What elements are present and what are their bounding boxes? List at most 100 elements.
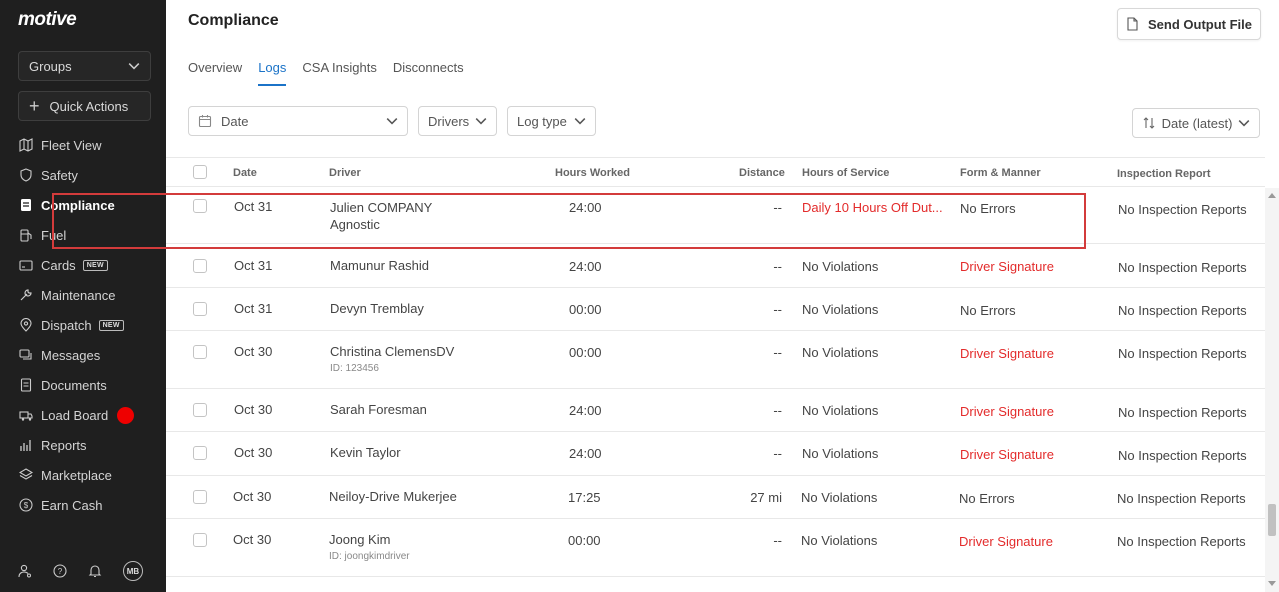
fuel-icon bbox=[19, 228, 33, 242]
table-header: Date Driver Hours Worked Distance Hours … bbox=[166, 157, 1265, 187]
sidebar-item-compliance[interactable]: Compliance bbox=[0, 190, 166, 220]
hos-violation[interactable]: Daily 10 Hours Off Dut... bbox=[802, 200, 943, 215]
tab-logs[interactable]: Logs bbox=[258, 58, 287, 86]
table-scrollbar[interactable] bbox=[1265, 188, 1279, 592]
sidebar-item-fuel[interactable]: Fuel bbox=[0, 220, 166, 250]
hos-status: No Violations bbox=[801, 533, 878, 548]
sidebar-item-documents[interactable]: Documents bbox=[0, 370, 166, 400]
driver-name[interactable]: Sarah Foresman bbox=[330, 402, 427, 417]
distance: -- bbox=[773, 259, 782, 274]
motive-logo[interactable]: motive bbox=[18, 9, 77, 31]
driver-name[interactable]: Devyn Tremblay bbox=[330, 301, 424, 316]
column-date[interactable]: Date bbox=[233, 167, 257, 179]
row-checkbox[interactable] bbox=[193, 345, 207, 359]
table-row[interactable]: Oct 30 Joong Kim ID: joongkimdriver 00:00… bbox=[166, 519, 1265, 577]
row-checkbox[interactable] bbox=[193, 490, 207, 504]
table-row[interactable]: Oct 31 Mamunur Rashid 24:00 -- No Violat… bbox=[166, 244, 1265, 288]
sidebar-item-label: Safety bbox=[41, 167, 78, 183]
hours-worked: 24:00 bbox=[569, 259, 602, 274]
column-inspection-report[interactable]: Inspection Report bbox=[1117, 168, 1211, 180]
date-filter[interactable]: Date bbox=[188, 106, 408, 136]
row-checkbox[interactable] bbox=[193, 302, 207, 316]
hos-status: No Violations bbox=[802, 403, 879, 418]
chevron-down-icon bbox=[386, 118, 398, 125]
table-row[interactable]: Oct 31 Julien COMPANY Agnostic 24:00 -- D… bbox=[166, 188, 1265, 244]
inspection-report-status: No Inspection Reports bbox=[1118, 448, 1247, 463]
groups-dropdown[interactable]: Groups bbox=[18, 51, 151, 81]
send-output-file-button[interactable]: Send Output File bbox=[1117, 8, 1261, 40]
driver-name[interactable]: Joong Kim ID: joongkimdriver bbox=[329, 532, 410, 562]
sidebar-item-label: Cards bbox=[41, 257, 76, 273]
bell-icon[interactable] bbox=[88, 564, 102, 578]
card-icon bbox=[19, 258, 33, 272]
sidebar-item-load-board[interactable]: Load Board bbox=[0, 400, 166, 430]
driver-name[interactable]: Mamunur Rashid bbox=[330, 258, 429, 273]
driver-name[interactable]: Neiloy-Drive Mukerjee bbox=[329, 489, 457, 504]
driver-name[interactable]: Julien COMPANY Agnostic bbox=[330, 199, 432, 233]
sidebar-item-fleet-view[interactable]: Fleet View bbox=[0, 130, 166, 160]
drivers-filter[interactable]: Drivers bbox=[418, 106, 497, 136]
documents-icon bbox=[19, 378, 33, 392]
user-settings-icon[interactable] bbox=[18, 564, 32, 578]
table-row[interactable]: Oct 30 Kevin Taylor 24:00 -- No Violatio… bbox=[166, 432, 1265, 476]
row-checkbox[interactable] bbox=[193, 403, 207, 417]
avatar[interactable]: MB bbox=[123, 561, 143, 581]
sidebar-item-maintenance[interactable]: Maintenance bbox=[0, 280, 166, 310]
column-form-manner[interactable]: Form & Manner bbox=[960, 167, 1041, 179]
driver-name-text: Christina ClemensDV bbox=[330, 344, 455, 359]
sidebar-item-dispatch[interactable]: Dispatch NEW bbox=[0, 310, 166, 340]
distance: -- bbox=[773, 533, 782, 548]
form-manner-error[interactable]: Driver Signature bbox=[960, 447, 1054, 462]
row-checkbox[interactable] bbox=[193, 533, 207, 547]
row-checkbox[interactable] bbox=[193, 199, 207, 213]
row-checkbox[interactable] bbox=[193, 446, 207, 460]
form-manner-error[interactable]: Driver Signature bbox=[960, 346, 1054, 361]
sidebar-item-reports[interactable]: Reports bbox=[0, 430, 166, 460]
table-row[interactable]: Oct 31 Devyn Tremblay 00:00 -- No Violat… bbox=[166, 288, 1265, 331]
form-manner-error[interactable]: Driver Signature bbox=[959, 534, 1053, 549]
sidebar-item-marketplace[interactable]: Marketplace bbox=[0, 460, 166, 490]
sidebar-item-label: Documents bbox=[41, 377, 107, 393]
column-hours-of-service[interactable]: Hours of Service bbox=[802, 167, 889, 179]
table-row[interactable]: Oct 30 Neiloy-Drive Mukerjee 17:25 27 mi… bbox=[166, 476, 1265, 519]
log-date: Oct 31 bbox=[234, 199, 273, 214]
row-checkbox[interactable] bbox=[193, 259, 207, 273]
log-type-filter[interactable]: Log type bbox=[507, 106, 596, 136]
sidebar-item-safety[interactable]: Safety bbox=[0, 160, 166, 190]
sidebar-item-earn-cash[interactable]: $ Earn Cash bbox=[0, 490, 166, 520]
form-manner-status: No Errors bbox=[959, 491, 1015, 506]
tab-csa-insights[interactable]: CSA Insights bbox=[302, 58, 376, 86]
table-row[interactable]: Oct 30 Christina ClemensDV ID: 123456 00:… bbox=[166, 331, 1265, 389]
sidebar-item-label: Fuel bbox=[41, 227, 67, 243]
table-row[interactable]: Oct 30 Sarah Foresman 24:00 -- No Violat… bbox=[166, 389, 1265, 432]
page-title: Compliance bbox=[188, 12, 279, 29]
hos-status: No Violations bbox=[802, 446, 879, 461]
select-all-checkbox[interactable] bbox=[193, 165, 207, 179]
help-icon[interactable]: ? bbox=[53, 564, 67, 578]
quick-actions-button[interactable]: + Quick Actions bbox=[18, 91, 151, 121]
form-manner-error[interactable]: Driver Signature bbox=[960, 404, 1054, 419]
driver-name[interactable]: Christina ClemensDV ID: 123456 bbox=[330, 344, 454, 374]
sidebar-item-cards[interactable]: Cards NEW bbox=[0, 250, 166, 280]
inspection-report-status: No Inspection Reports bbox=[1117, 534, 1246, 549]
scroll-down-arrow-icon[interactable] bbox=[1268, 581, 1276, 586]
sidebar-item-messages[interactable]: Messages bbox=[0, 340, 166, 370]
sidebar-item-label: Earn Cash bbox=[41, 497, 103, 513]
driver-name-line1: Julien COMPANY bbox=[330, 200, 433, 215]
form-manner-status: No Errors bbox=[960, 303, 1016, 318]
form-manner-error[interactable]: Driver Signature bbox=[960, 259, 1054, 274]
scrollbar-thumb[interactable] bbox=[1268, 504, 1276, 536]
sort-dropdown[interactable]: Date (latest) bbox=[1132, 108, 1260, 138]
inspection-report-status: No Inspection Reports bbox=[1117, 491, 1246, 506]
dollar-icon: $ bbox=[19, 498, 33, 512]
date-filter-content: Date bbox=[198, 114, 248, 129]
log-type-filter-label: Log type bbox=[517, 113, 567, 129]
column-driver[interactable]: Driver bbox=[329, 167, 361, 179]
column-hours-worked[interactable]: Hours Worked bbox=[555, 167, 630, 179]
log-date: Oct 30 bbox=[234, 344, 273, 359]
driver-name[interactable]: Kevin Taylor bbox=[330, 445, 401, 460]
column-distance[interactable]: Distance bbox=[739, 167, 785, 179]
tab-overview[interactable]: Overview bbox=[188, 58, 242, 86]
tab-disconnects[interactable]: Disconnects bbox=[393, 58, 464, 86]
scroll-up-arrow-icon[interactable] bbox=[1268, 193, 1276, 198]
